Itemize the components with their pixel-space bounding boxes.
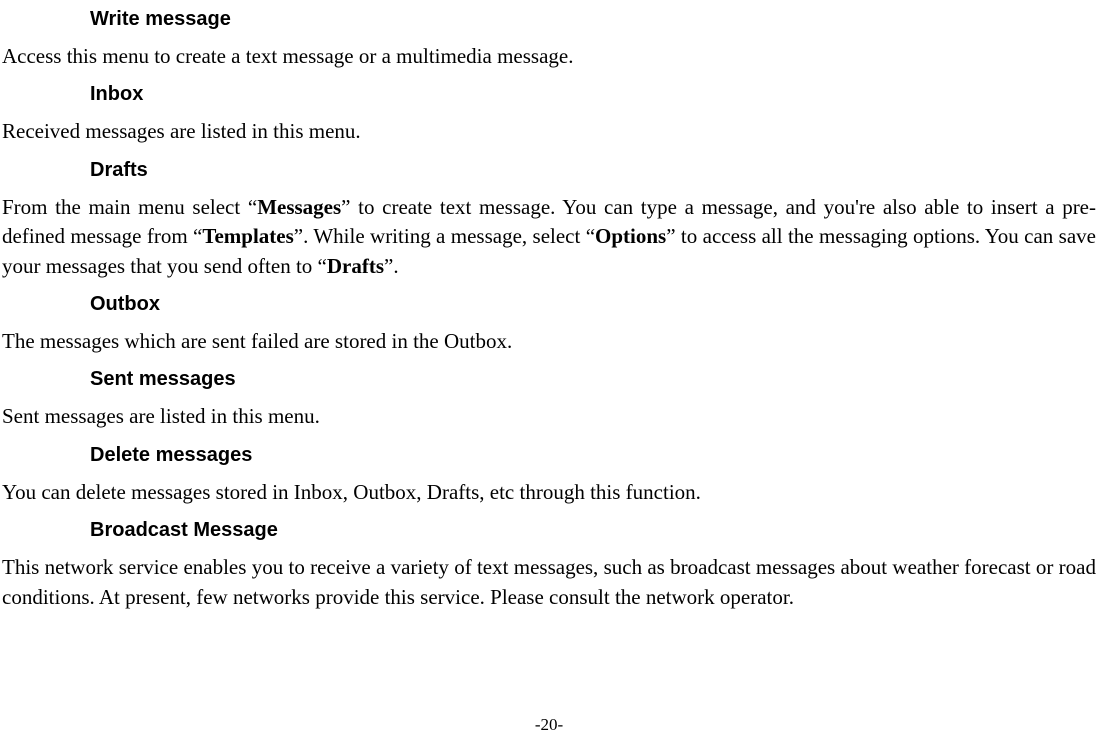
paragraph-inbox: Received messages are listed in this men…: [2, 117, 1096, 146]
heading-delete-messages: Delete messages: [90, 440, 1096, 470]
heading-write-message: Write message: [90, 4, 1096, 34]
page-number: -20-: [0, 712, 1098, 738]
heading-sent-messages: Sent messages: [90, 364, 1096, 394]
heading-drafts: Drafts: [90, 155, 1096, 185]
bold-messages: Messages: [257, 195, 341, 219]
paragraph-drafts: From the main menu select “Messages” to …: [2, 193, 1096, 281]
heading-broadcast-message: Broadcast Message: [90, 515, 1096, 545]
heading-outbox: Outbox: [90, 289, 1096, 319]
paragraph-delete-messages: You can delete messages stored in Inbox,…: [2, 478, 1096, 507]
bold-options: Options: [595, 224, 666, 248]
paragraph-outbox: The messages which are sent failed are s…: [2, 327, 1096, 356]
paragraph-broadcast-message: This network service enables you to rece…: [2, 553, 1096, 612]
paragraph-write-message: Access this menu to create a text messag…: [2, 42, 1096, 71]
heading-inbox: Inbox: [90, 79, 1096, 109]
paragraph-sent-messages: Sent messages are listed in this menu.: [2, 402, 1096, 431]
bold-templates: Templates: [202, 224, 293, 248]
bold-drafts: Drafts: [327, 254, 384, 278]
